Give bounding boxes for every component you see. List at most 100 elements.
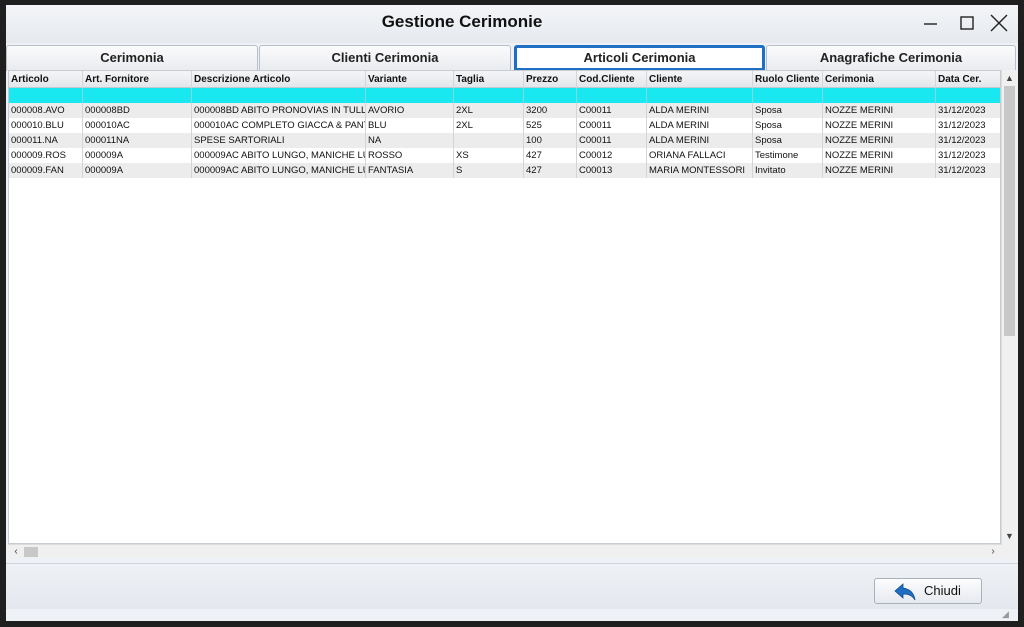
table-row[interactable]: 000011.NA 000011NA SPESE SARTORIALI NA 1…: [9, 133, 1000, 148]
filter-cell[interactable]: [577, 88, 647, 103]
maximize-icon: [960, 16, 974, 30]
close-button-label: Chiudi: [924, 583, 961, 598]
cell-variante: FANTASIA: [366, 163, 454, 178]
filter-cell[interactable]: [936, 88, 1000, 103]
table-row[interactable]: 000010.BLU 000010AC 000010AC COMPLETO GI…: [9, 118, 1000, 133]
filter-row[interactable]: [9, 88, 1000, 103]
cell-ruolo-cliente: Testimone: [753, 148, 823, 163]
cell-art-fornitore: 000009A: [83, 163, 192, 178]
cell-taglia: XS: [454, 148, 524, 163]
cell-cod-cliente: C00011: [577, 133, 647, 148]
cell-cod-cliente: C00013: [577, 163, 647, 178]
cell-prezzo: 3200: [524, 103, 577, 118]
tab-articoli-cerimonia[interactable]: Articoli Cerimonia: [514, 45, 765, 71]
column-header-descrizione[interactable]: Descrizione Articolo: [192, 71, 366, 88]
cell-ruolo-cliente: Sposa: [753, 133, 823, 148]
filter-cell[interactable]: [454, 88, 524, 103]
cell-prezzo: 427: [524, 148, 577, 163]
title-bar: Gestione Cerimonie: [6, 5, 1018, 43]
cell-descrizione: SPESE SARTORIALI: [192, 133, 366, 148]
cell-articolo: 000009.ROS: [9, 148, 83, 163]
cell-ruolo-cliente: Sposa: [753, 103, 823, 118]
scroll-left-icon[interactable]: ‹: [9, 545, 23, 559]
cell-cliente: MARIA MONTESSORI: [647, 163, 753, 178]
table-row[interactable]: 000009.FAN 000009A 000009AC ABITO LUNGO,…: [9, 163, 1000, 178]
window-title: Gestione Cerimonie: [381, 12, 543, 31]
undo-arrow-icon: [894, 583, 916, 601]
table-row[interactable]: 000008.AVO 000008BD 000008BD ABITO PRONO…: [9, 103, 1000, 118]
cell-articolo: 000009.FAN: [9, 163, 83, 178]
column-header-variante[interactable]: Variante: [366, 71, 454, 88]
cell-prezzo: 427: [524, 163, 577, 178]
filter-cell[interactable]: [83, 88, 192, 103]
scroll-up-icon[interactable]: ▲: [1002, 71, 1017, 86]
articles-grid[interactable]: Articolo Art. Fornitore Descrizione Arti…: [8, 70, 1001, 544]
cell-data-cer: 31/12/2023: [938, 165, 986, 176]
filter-cell[interactable]: [366, 88, 454, 103]
cell-descrizione: 000009AC ABITO LUNGO, MANICHE LUNG: [194, 148, 366, 163]
scroll-down-icon[interactable]: ▼: [1002, 529, 1017, 544]
cell-ruolo-cliente: Sposa: [753, 118, 823, 133]
horizontal-scrollbar[interactable]: ‹ ›: [8, 544, 1001, 558]
table-row[interactable]: 000009.ROS 000009A 000009AC ABITO LUNGO,…: [9, 148, 1000, 163]
cell-descrizione: 000010AC COMPLETO GIACCA & PANTAL: [194, 118, 366, 133]
cell-art-fornitore: 000009A: [83, 148, 192, 163]
filter-cell[interactable]: [192, 88, 366, 103]
filter-cell[interactable]: [647, 88, 753, 103]
filter-cell[interactable]: [524, 88, 577, 103]
column-header-taglia[interactable]: Taglia: [454, 71, 524, 88]
tab-clienti-cerimonia[interactable]: Clienti Cerimonia: [259, 45, 511, 71]
cell-cerimonia: NOZZE MERINI: [823, 103, 936, 118]
cell-variante: ROSSO: [366, 148, 454, 163]
column-header-cerimonia[interactable]: Cerimonia: [823, 71, 936, 88]
column-header-articolo[interactable]: Articolo: [9, 71, 83, 88]
cell-art-fornitore: 000011NA: [83, 133, 192, 148]
cell-taglia: S: [454, 163, 524, 178]
filter-cell[interactable]: [823, 88, 936, 103]
column-header-ruolo-cliente[interactable]: Ruolo Cliente: [753, 71, 823, 88]
cell-descrizione: 000009AC ABITO LUNGO, MANICHE LUNG: [194, 163, 366, 178]
column-header-data-cer[interactable]: Data Cer.: [936, 71, 1000, 88]
cell-cod-cliente: C00012: [577, 148, 647, 163]
cell-taglia: 2XL: [454, 103, 524, 118]
cell-cerimonia: NOZZE MERINI: [823, 163, 936, 178]
resize-grip-icon[interactable]: ◢: [1002, 609, 1014, 619]
minimize-button[interactable]: [920, 12, 942, 34]
column-header-art-fornitore[interactable]: Art. Fornitore: [83, 71, 192, 88]
cell-prezzo: 525: [524, 118, 577, 133]
filter-cell[interactable]: [9, 88, 83, 103]
cell-cerimonia: NOZZE MERINI: [823, 133, 936, 148]
cell-cerimonia: NOZZE MERINI: [823, 148, 936, 163]
cell-articolo: 000008.AVO: [9, 103, 83, 118]
vertical-scrollbar[interactable]: ▲ ▼: [1001, 70, 1016, 545]
cell-cerimonia: NOZZE MERINI: [823, 118, 936, 133]
cell-variante: BLU: [366, 118, 454, 133]
cell-data-cer: 31/12/2023: [938, 120, 986, 131]
vertical-scroll-thumb[interactable]: [1004, 86, 1015, 336]
cell-cliente: ALDA MERINI: [647, 118, 753, 133]
maximize-button[interactable]: [956, 12, 978, 34]
cell-taglia: 2XL: [454, 118, 524, 133]
horizontal-scroll-thumb[interactable]: [24, 547, 38, 557]
cell-data-cer: 31/12/2023: [938, 105, 986, 116]
column-header-prezzo[interactable]: Prezzo: [524, 71, 577, 88]
minimize-icon: [924, 23, 937, 25]
cell-art-fornitore: 000010AC: [83, 118, 192, 133]
tab-cerimonia[interactable]: Cerimonia: [6, 45, 258, 71]
close-button[interactable]: Chiudi: [874, 578, 982, 604]
close-window-button[interactable]: [988, 12, 1010, 34]
cell-cliente: ALDA MERINI: [647, 103, 753, 118]
column-header-cod-cliente[interactable]: Cod.Cliente: [577, 71, 647, 88]
app-window: Gestione Cerimonie Cerimonia Clienti Cer…: [6, 5, 1018, 621]
cell-cod-cliente: C00011: [577, 103, 647, 118]
close-icon: [990, 14, 1008, 32]
cell-cliente: ALDA MERINI: [647, 133, 753, 148]
cell-cliente: ORIANA FALLACI: [647, 148, 753, 163]
cell-prezzo: 100: [524, 133, 577, 148]
scroll-right-icon[interactable]: ›: [986, 545, 1000, 559]
cell-art-fornitore: 000008BD: [83, 103, 192, 118]
filter-cell[interactable]: [753, 88, 823, 103]
column-header-cliente[interactable]: Cliente: [647, 71, 753, 88]
tab-anagrafiche-cerimonia[interactable]: Anagrafiche Cerimonia: [766, 45, 1016, 71]
tab-bar: Cerimonia Clienti Cerimonia Articoli Cer…: [6, 45, 1018, 71]
